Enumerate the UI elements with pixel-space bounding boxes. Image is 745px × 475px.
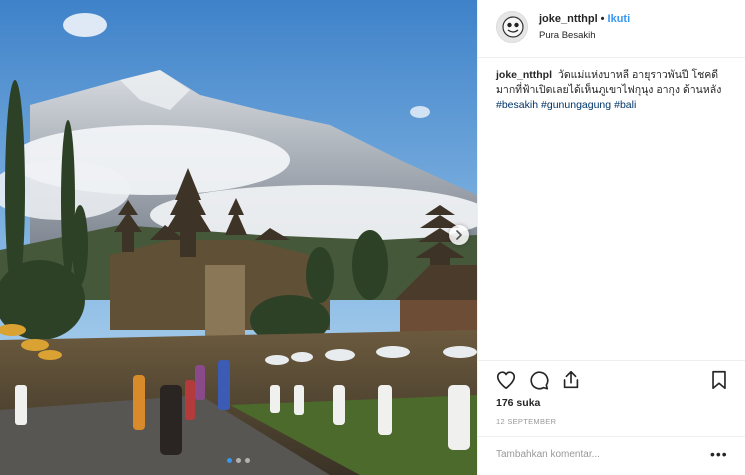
carousel-dot: [236, 458, 241, 463]
header-separator: •: [600, 13, 605, 25]
hashtag-link[interactable]: #gunungagung: [541, 99, 611, 111]
save-button[interactable]: [708, 369, 730, 391]
like-button[interactable]: [495, 369, 517, 391]
carousel-dot: [245, 458, 250, 463]
temple-photo-image: [0, 0, 477, 475]
heart-icon: [496, 371, 516, 390]
post-header: joke_ntthpl • Ikuti Pura Besakih: [478, 0, 745, 58]
comment-icon: [530, 371, 549, 390]
caption-username[interactable]: joke_ntthpl: [496, 69, 552, 81]
more-options-button[interactable]: •••: [710, 446, 728, 462]
next-slide-button[interactable]: [449, 225, 469, 245]
comment-bar: Tambahkan komentar... •••: [478, 436, 745, 475]
comment-button[interactable]: [528, 369, 550, 391]
header-username[interactable]: joke_ntthpl: [539, 13, 598, 25]
carousel-dot: [227, 458, 232, 463]
avatar[interactable]: [496, 11, 528, 43]
post-date[interactable]: 12 SEPTEMBER: [496, 417, 556, 426]
post-caption: joke_ntthpl วัดแม่แห่งบาหลี อายุราวพันปี…: [496, 68, 736, 113]
hashtag-link[interactable]: #besakih: [496, 99, 538, 111]
actions-divider: [478, 360, 745, 361]
carousel-indicators: [0, 458, 477, 463]
hashtag-link[interactable]: #bali: [614, 99, 636, 111]
post-photo[interactable]: [0, 0, 477, 475]
share-button[interactable]: [560, 369, 582, 391]
location-link[interactable]: Pura Besakih: [539, 30, 596, 41]
post-side-panel: joke_ntthpl • Ikuti Pura Besakih joke_ntth…: [477, 0, 745, 475]
share-icon: [563, 370, 579, 389]
comment-input[interactable]: Tambahkan komentar...: [496, 449, 600, 460]
follow-button[interactable]: Ikuti: [608, 13, 631, 25]
chevron-right-icon: [456, 230, 462, 240]
bookmark-icon: [712, 370, 726, 390]
avatar-image: [497, 12, 527, 42]
like-count[interactable]: 176 suka: [496, 397, 540, 409]
